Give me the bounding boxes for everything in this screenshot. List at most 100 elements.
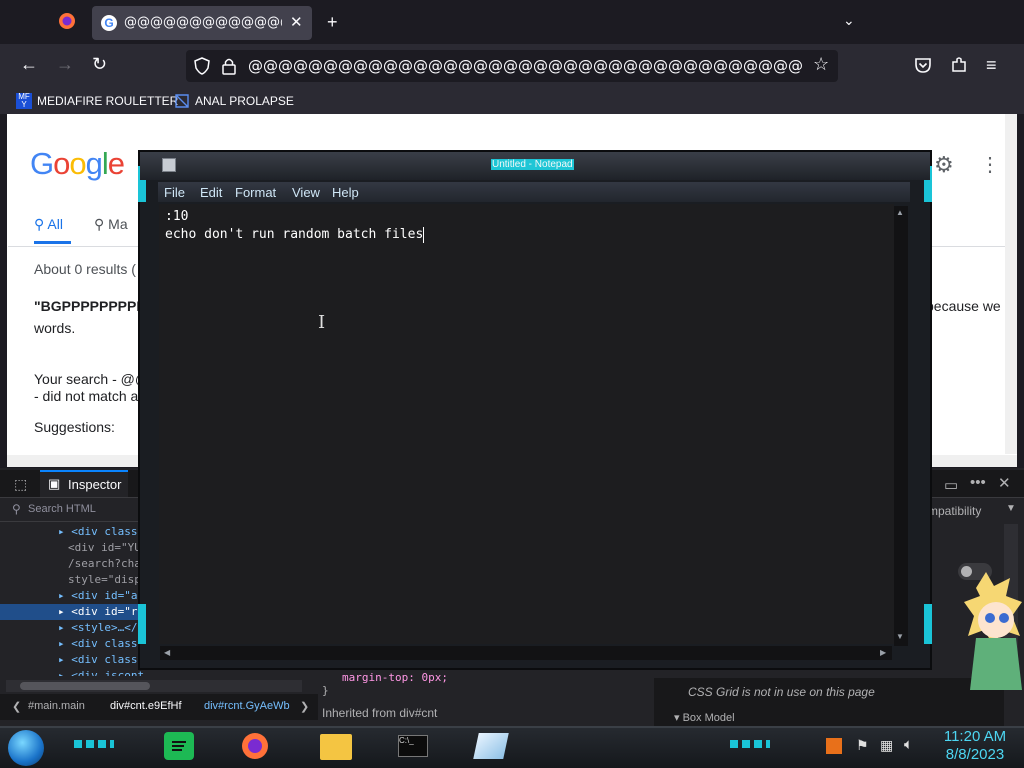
start-button[interactable] — [8, 730, 44, 766]
breadcrumb-item[interactable]: div#rcnt.GyAeWb — [204, 700, 290, 712]
network-icon[interactable]: ▦ — [880, 737, 893, 754]
html-tree-row[interactable]: <div id="YUIE — [0, 540, 145, 556]
clock-time: 11:20 AM — [943, 728, 1007, 745]
scroll-up-icon[interactable]: ▲ — [896, 208, 904, 217]
menu-help[interactable]: Help — [332, 185, 359, 200]
bookmark-item[interactable]: ANAL PROLAPSE — [174, 93, 294, 109]
page-scrollbar[interactable] — [1005, 114, 1017, 454]
close-devtools-icon[interactable]: ✕ — [998, 474, 1011, 492]
chevron-down-icon: ▼ — [1006, 503, 1016, 514]
firefox-menu-icon[interactable] — [58, 12, 76, 35]
hamburger-menu-icon[interactable]: ≡ — [986, 55, 997, 76]
element-picker-icon[interactable]: ⬚ — [14, 476, 27, 493]
bookmark-star-icon[interactable]: ☆ — [813, 54, 829, 75]
menu-format[interactable]: Format — [235, 185, 276, 200]
css-declaration[interactable]: margin-top: 0px; — [342, 671, 448, 684]
scroll-left-icon[interactable]: ◀ — [164, 648, 170, 657]
close-tab-icon[interactable]: ✕ — [290, 13, 303, 31]
html-tree-row[interactable]: ▸ <div class=" — [0, 524, 145, 540]
html-tree-row[interactable]: ▸ <div class=" — [0, 636, 145, 652]
bookmark-label: MEDIAFIRE ROULETTER — [37, 94, 179, 108]
html-tree-row[interactable]: ▸ <div jscontroller="rsvv" data-essu="1" — [0, 668, 145, 676]
text-line-with-caret: echo don't run random batch files — [165, 227, 425, 243]
tray-app-icon[interactable] — [826, 738, 842, 754]
bookmark-page-icon — [175, 94, 189, 108]
bookmarks-toolbar: MF Y MEDIAFIRE ROULETTER ANAL PROLAPSE — [0, 88, 1024, 114]
spotify-app-icon[interactable] — [164, 732, 194, 760]
result-stats: About 0 results ( — [34, 261, 136, 277]
suggestions-heading: Suggestions: — [34, 419, 115, 435]
google-logo[interactable]: Google — [30, 146, 125, 182]
bookmark-label: ANAL PROLAPSE — [195, 94, 294, 108]
file-explorer-icon[interactable] — [320, 734, 352, 760]
html-tree[interactable]: ▸ <div class="<div id="YUIE/search?chann… — [0, 524, 145, 676]
html-tree-row[interactable]: ▸ <div class=" — [0, 652, 145, 668]
your-search-text: Your search - @@ — [34, 371, 150, 387]
new-tab-icon[interactable]: + — [327, 12, 338, 33]
layout-panel: CSS Grid is not in use on this page ▾ Bo… — [654, 678, 1004, 726]
extensions-icon[interactable] — [950, 56, 968, 74]
menu-view[interactable]: View — [292, 185, 320, 200]
html-tree-row[interactable]: /search?chann — [0, 556, 145, 572]
inspector-icon: ▣ — [48, 476, 61, 491]
browser-tab-active[interactable]: G @@@@@@@@@@@@@@@@@@@ ✕ — [92, 6, 312, 40]
html-tree-row[interactable]: ▸ <style>…</ — [0, 620, 145, 636]
notepad-app-icon[interactable] — [162, 158, 176, 172]
breadcrumb-item[interactable]: div#cnt.e9EfHf — [110, 700, 182, 712]
dock-side-icon[interactable]: ▭ — [944, 476, 958, 494]
css-grid-msg: CSS Grid is not in use on this page — [688, 685, 875, 699]
breadcrumb-item[interactable]: #main.main — [28, 700, 85, 712]
tab-all[interactable]: ⚲ All — [34, 216, 63, 233]
window-title: Untitled - Notepad — [491, 159, 574, 170]
menu-edit[interactable]: Edit — [200, 185, 222, 200]
compatibility-tab[interactable]: mpatibility ▼ — [926, 500, 1016, 522]
url-bar[interactable]: @@@@@@@@@@@@@@@@@@@@@@@@@@@@@@@@@@@@@@@@… — [186, 50, 838, 82]
notepad-text-area[interactable]: :10 echo don't run random batch files — [159, 204, 894, 644]
snippet-tail: because we — [926, 298, 1001, 314]
notepad-menubar: File Edit Format View Help — [158, 182, 910, 202]
text-line: :10 — [165, 209, 189, 224]
menu-file[interactable]: File — [164, 185, 185, 200]
html-tree-row[interactable]: ▸ <div id="aty — [0, 588, 145, 604]
html-tree-row[interactable]: style="displa — [0, 572, 145, 588]
settings-gear-icon[interactable]: ⚙ — [934, 152, 954, 178]
decorative-bar — [74, 740, 114, 748]
pocket-icon[interactable] — [914, 56, 932, 74]
flag-icon[interactable]: ⚑ — [856, 737, 869, 754]
box-model-header[interactable]: ▾ Box Model — [674, 711, 735, 724]
notepad-vscrollbar[interactable]: ▲ ▼ — [894, 206, 908, 646]
notepad-hscrollbar[interactable]: ◀ ▶ — [160, 646, 892, 660]
command-prompt-icon[interactable]: C:\_ — [398, 735, 428, 757]
html-hscrollbar[interactable] — [6, 680, 302, 692]
shield-icon[interactable] — [194, 57, 210, 75]
taskbar — [0, 726, 1024, 768]
breadcrumb-back-icon[interactable]: ❮ — [12, 700, 21, 713]
decorative-bar — [730, 740, 770, 748]
search-icon: ⚲ — [34, 216, 45, 232]
scroll-down-icon[interactable]: ▼ — [896, 632, 904, 641]
forward-icon[interactable]: → — [56, 54, 74, 75]
map-pin-icon: ⚲ — [94, 216, 105, 232]
css-brace: } — [322, 684, 329, 697]
scroll-right-icon[interactable]: ▶ — [880, 648, 886, 657]
taskbar-clock[interactable]: 11:20 AM 8/8/2023 — [930, 728, 1020, 764]
bookmark-item[interactable]: MF Y MEDIAFIRE ROULETTER — [16, 93, 178, 109]
breadcrumb-forward-icon[interactable]: ❯ — [300, 700, 309, 713]
no-match-text: - did not match a — [34, 388, 139, 404]
html-tree-row[interactable]: ▸ <div id="rcn — [0, 604, 145, 620]
lock-icon[interactable] — [222, 57, 236, 75]
firefox-taskbar-icon[interactable] — [240, 731, 270, 766]
tab-inspector[interactable]: ▣ Inspector — [40, 470, 128, 497]
back-icon[interactable]: ← — [20, 54, 38, 75]
volume-icon[interactable]: 🔈︎ — [904, 736, 913, 753]
search-icon: ⚲ — [12, 502, 21, 516]
tab-maps[interactable]: ⚲ Ma — [94, 216, 128, 233]
notepad-taskbar-icon[interactable] — [473, 733, 509, 759]
list-tabs-icon[interactable]: ⌄ — [843, 12, 855, 29]
tab-all-underline — [34, 241, 71, 244]
more-options-icon[interactable]: ••• — [970, 474, 986, 491]
inherited-label: Inherited from div#cnt — [322, 706, 438, 720]
reload-icon[interactable]: ↻ — [92, 54, 107, 75]
text-caret — [423, 227, 425, 243]
html-search[interactable]: ⚲ Search HTML — [0, 498, 145, 522]
